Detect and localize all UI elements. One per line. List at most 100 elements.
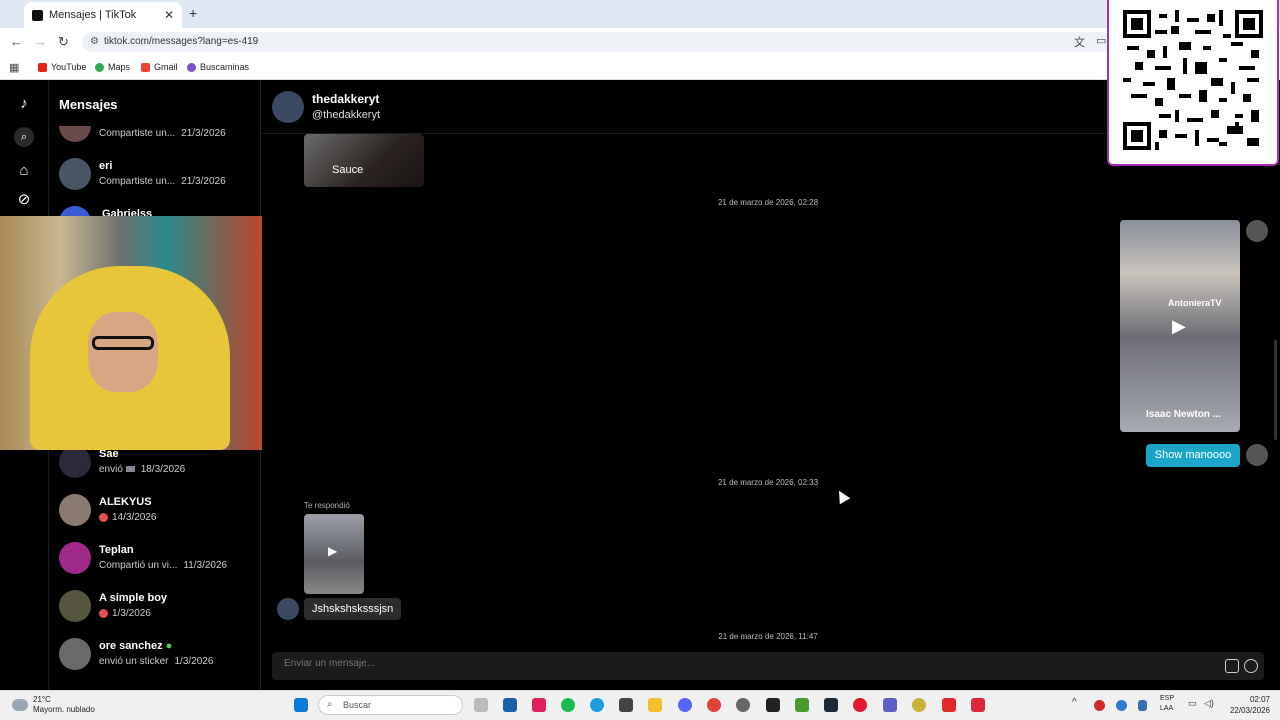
cast-icon[interactable]: ▭ — [1096, 34, 1106, 47]
tiktok-logo-icon[interactable]: ♪ — [14, 94, 34, 114]
new-tab-button[interactable]: + — [189, 5, 197, 21]
emoji-icon[interactable] — [1244, 659, 1258, 673]
avatar — [59, 638, 91, 670]
bookmark-youtube[interactable]: YouTube — [38, 62, 86, 72]
app-icon[interactable] — [971, 698, 985, 712]
taskbar-search[interactable]: ⌕ Buscar — [318, 695, 463, 715]
qr-code-overlay — [1107, 0, 1279, 166]
bookmark-buscaminas[interactable]: Buscaminas — [187, 62, 249, 72]
chevron-up-icon[interactable]: ^ — [1072, 697, 1077, 708]
conversation-item[interactable]: ore sanchez ● envió un sticker 1/3/2026 — [59, 638, 259, 678]
steam-icon[interactable] — [824, 698, 838, 712]
conversation-name: ALEKYUS — [99, 496, 152, 508]
weather-temp: 21°C — [33, 695, 51, 704]
conversation-name: Teplan — [99, 544, 134, 556]
streamer-face — [88, 312, 158, 392]
discord-icon[interactable] — [678, 698, 692, 712]
windows-start-icon[interactable] — [294, 698, 308, 712]
reload-icon[interactable]: ↻ — [58, 34, 69, 50]
message-input[interactable] — [284, 658, 1184, 669]
message-timestamp: 21 de marzo de 2026, 11:47 — [718, 632, 818, 641]
app-icon[interactable] — [912, 698, 926, 712]
back-arrow-icon[interactable]: ← — [10, 34, 23, 49]
conversation-item[interactable]: Teplan Compartió un vi... 11/3/2026 — [59, 542, 259, 582]
url-field[interactable]: ⚙ tiktok.com/messages?lang=es-419 — [82, 32, 1112, 52]
clock-time: 02:07 — [1249, 695, 1270, 704]
tab-title: Mensajes | TikTok — [49, 9, 137, 21]
avatar[interactable] — [272, 91, 304, 123]
edge-icon[interactable] — [590, 698, 604, 712]
shared-video-card[interactable]: AntonieraTV ▶ Isaac Newton ... — [1120, 220, 1240, 432]
epic-games-icon[interactable] — [766, 698, 780, 712]
chat-scrollbar[interactable] — [1274, 340, 1277, 440]
gmail-icon — [141, 62, 150, 72]
image-upload-icon[interactable] — [1225, 659, 1239, 673]
play-icon[interactable]: ▶ — [1172, 316, 1186, 337]
apps-grid-icon[interactable]: ▦ — [9, 61, 19, 74]
bookmark-maps[interactable]: Maps — [95, 62, 130, 72]
message-input-bar — [272, 652, 1264, 680]
opera-icon[interactable] — [853, 698, 867, 712]
language-indicator[interactable]: ESP LAA — [1160, 694, 1174, 714]
tray-icon[interactable] — [1116, 700, 1127, 711]
app-icon[interactable] — [736, 698, 750, 712]
shared-video-thumbnail[interactable]: Sauce — [304, 134, 424, 187]
site-info-icon[interactable]: ⚙ — [90, 36, 99, 47]
conversation-item[interactable]: Sae envió 18/3/2026 — [59, 446, 259, 486]
conversation-item[interactable]: A simple boy 1/3/2026 — [59, 590, 259, 630]
received-message: Jshskshsksssjsn — [304, 598, 402, 620]
buscaminas-icon — [187, 62, 196, 72]
play-icon: ▶ — [328, 544, 338, 558]
file-explorer-icon[interactable] — [648, 698, 662, 712]
cloud-icon — [12, 699, 28, 711]
conversation-item[interactable]: Compartiste un... 21/3/2026 — [59, 126, 259, 146]
network-icon[interactable]: ▭ — [1188, 698, 1197, 709]
system-clock[interactable]: 02:07 22/03/2026 — [1222, 694, 1270, 716]
sticker-icon — [99, 608, 108, 618]
app-icon[interactable] — [942, 698, 956, 712]
avatar — [59, 542, 91, 574]
chat-handle: @thedakkeryt — [312, 109, 381, 121]
avatar — [59, 494, 91, 526]
conversation-item[interactable]: ALEKYUS 14/3/2026 — [59, 494, 259, 534]
minecraft-icon[interactable] — [795, 698, 809, 712]
shared-video-label: Sauce — [332, 164, 364, 176]
weather-desc: Mayorm. nublado — [33, 705, 95, 714]
conversation-item[interactable]: eri Compartiste un... 21/3/2026 — [59, 158, 259, 198]
bookmark-gmail[interactable]: Gmail — [141, 62, 178, 72]
explore-icon[interactable]: ⊘ — [14, 190, 34, 210]
forward-arrow-icon[interactable]: → — [34, 34, 47, 49]
video-channel-label: AntonieraTV — [1168, 298, 1222, 308]
home-icon[interactable]: ⌂ — [14, 161, 34, 181]
microphone-icon[interactable] — [1138, 700, 1147, 711]
sticker-icon — [99, 512, 108, 522]
store-icon[interactable] — [619, 698, 633, 712]
sent-message: Show manoooo — [1146, 444, 1240, 467]
chat-header: thedakkeryt @thedakkeryt — [262, 80, 1106, 134]
browser-tab[interactable]: Mensajes | TikTok ✕ — [24, 2, 182, 28]
chrome-icon[interactable] — [707, 698, 721, 712]
avatar — [59, 590, 91, 622]
outlook-icon[interactable] — [503, 698, 517, 712]
qr-code-icon — [1123, 10, 1263, 150]
translate-icon[interactable]: 文 — [1074, 34, 1085, 50]
tray-icon[interactable] — [1094, 700, 1105, 711]
teams-icon[interactable] — [883, 698, 897, 712]
close-tab-icon[interactable]: ✕ — [164, 8, 174, 22]
weather-widget[interactable]: 21°C Mayorm. nublado — [12, 695, 95, 715]
spotify-icon[interactable] — [561, 698, 575, 712]
avatar — [59, 126, 91, 142]
avatar — [59, 158, 91, 190]
search-icon[interactable]: ⌕ — [14, 127, 34, 147]
avatar — [277, 598, 299, 620]
tiktok-app-icon[interactable] — [532, 698, 546, 712]
search-icon: ⌕ — [327, 699, 333, 710]
messages-title: Mensajes — [59, 97, 118, 112]
video-caption: Isaac Newton ... — [1146, 409, 1222, 420]
volume-icon[interactable]: ◁) — [1204, 698, 1214, 709]
browser-tab-strip: Mensajes | TikTok ✕ + — [0, 0, 1280, 28]
reply-video-thumbnail[interactable]: ▶ — [304, 514, 364, 594]
message-timestamp: 21 de marzo de 2026, 02:33 — [717, 478, 819, 487]
chat-username[interactable]: thedakkeryt — [312, 92, 379, 106]
task-view-icon[interactable] — [474, 698, 488, 712]
